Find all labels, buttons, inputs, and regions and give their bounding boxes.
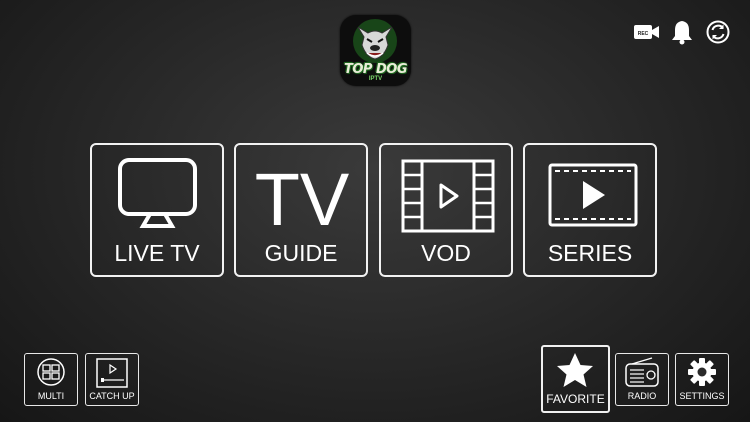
app-logo: TOP DOG IPTV bbox=[340, 15, 411, 86]
tile-vod[interactable]: VOD bbox=[379, 143, 513, 277]
refresh-button[interactable] bbox=[706, 20, 730, 49]
guide-icon-text: TV bbox=[255, 158, 350, 235]
record-icon: REC bbox=[634, 25, 659, 39]
radio-icon bbox=[625, 357, 659, 387]
top-toolbar: REC bbox=[630, 18, 735, 46]
bell-icon bbox=[672, 21, 692, 45]
multi-screen-icon bbox=[37, 358, 65, 386]
multi-label: MULTI bbox=[37, 391, 65, 401]
settings-label: SETTINGS bbox=[679, 391, 725, 401]
tile-guide[interactable]: TV GUIDE bbox=[234, 143, 368, 277]
star-icon bbox=[557, 353, 593, 387]
record-button[interactable]: REC bbox=[633, 23, 661, 46]
catch-up-button[interactable]: CATCH UP bbox=[85, 353, 139, 406]
notifications-button[interactable] bbox=[670, 19, 694, 50]
tile-label-guide: GUIDE bbox=[264, 240, 338, 266]
favorite-label: FAVORITE bbox=[546, 392, 605, 406]
logo-subtext: IPTV bbox=[368, 76, 383, 82]
tv-letters-icon: TV bbox=[255, 158, 350, 235]
series-play-icon bbox=[548, 163, 638, 227]
favorite-button[interactable]: FAVORITE bbox=[541, 345, 610, 413]
tv-icon bbox=[118, 158, 197, 228]
tile-series[interactable]: SERIES bbox=[523, 143, 657, 277]
radio-label: RADIO bbox=[627, 391, 657, 401]
tile-label-series: SERIES bbox=[547, 240, 633, 266]
multi-button[interactable]: MULTI bbox=[24, 353, 78, 406]
catch-up-label: CATCH UP bbox=[89, 391, 135, 401]
settings-button[interactable]: SETTINGS bbox=[675, 353, 729, 406]
tile-live-tv[interactable]: LIVE TV bbox=[90, 143, 224, 277]
radio-button[interactable]: RADIO bbox=[615, 353, 669, 406]
tile-label-live-tv: LIVE TV bbox=[114, 240, 200, 266]
catch-up-icon bbox=[96, 358, 128, 388]
logo-text: TOP DOG bbox=[344, 62, 408, 77]
record-badge: REC bbox=[638, 31, 649, 37]
film-play-icon bbox=[401, 159, 495, 233]
refresh-icon bbox=[706, 20, 730, 44]
gear-icon bbox=[688, 358, 716, 386]
tile-label-vod: VOD bbox=[421, 240, 471, 266]
